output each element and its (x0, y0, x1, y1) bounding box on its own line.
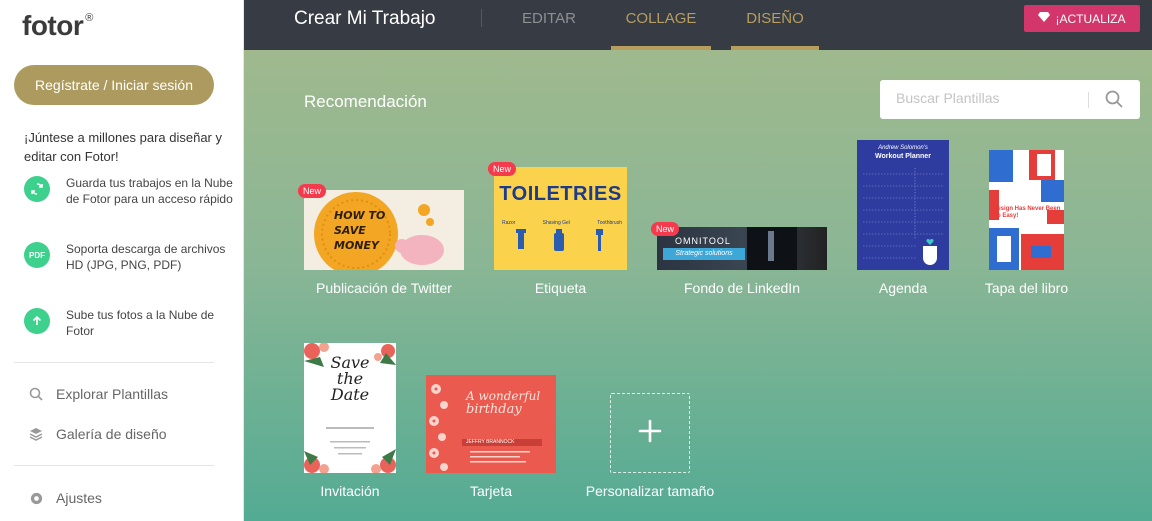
template-thumbnail: Andrew Solomon's Workout Planner (857, 140, 949, 270)
upgrade-button[interactable]: ¡ACTUALIZA (1024, 5, 1140, 32)
template-label: Etiqueta (534, 280, 587, 296)
top-bar-divider (481, 9, 482, 27)
tab-editar[interactable]: EDITAR (506, 0, 592, 50)
template-label: Tapa del libro (984, 280, 1069, 296)
upload-icon (24, 308, 50, 334)
feature-hd-download: PDF Soporta descarga de archivos HD (JPG… (24, 241, 234, 273)
sidebar-divider (14, 465, 214, 466)
tab-diseno[interactable]: DISEÑO (731, 0, 819, 50)
template-thumbnail: TOILETRIES Razor Shaving Gel Toothbrush (494, 167, 627, 270)
template-label: Agenda (878, 280, 928, 296)
sync-icon (24, 176, 50, 202)
sidebar-divider (14, 362, 214, 363)
login-button[interactable]: Regístrate / Iniciar sesión (14, 65, 214, 105)
sidebar: fotor ® Regístrate / Iniciar sesión ¡Júnt… (0, 0, 244, 521)
search-icon (28, 386, 44, 402)
template-label: Personalizar tamaño (585, 483, 715, 499)
new-badge: New (488, 162, 517, 176)
feature-cloud-save: Guarda tus trabajos en la Nube de Fotor … (24, 175, 234, 207)
tab-collage[interactable]: COLLAGE (611, 0, 711, 50)
sidebar-item-explore-templates[interactable]: Explorar Plantillas (28, 386, 168, 402)
pdf-icon: PDF (24, 242, 50, 268)
sidebar-item-settings[interactable]: Ajustes (28, 490, 102, 506)
template-area: Recomendación New HOW TO SAVE MONEY (244, 50, 1152, 521)
template-label: Fondo de LinkedIn (684, 280, 800, 296)
feature-cloud-upload: Sube tus fotos a la Nube de Fotor (24, 307, 234, 339)
template-label: Invitación (320, 483, 380, 499)
custom-size-button[interactable] (610, 393, 690, 473)
template-thumbnail: A wonderful birthday JEFFRY BRANNOCK (426, 375, 556, 473)
search-box (880, 80, 1140, 119)
diamond-icon (1038, 12, 1051, 25)
promo-text: ¡Júntese a millones para diseñar y edita… (24, 130, 222, 164)
template-label: Tarjeta (469, 483, 513, 499)
gear-icon (28, 490, 44, 506)
search-input[interactable] (896, 90, 1086, 106)
fotor-logo[interactable]: fotor ® (22, 10, 93, 42)
template-thumbnail: Save the Date (304, 343, 396, 473)
sidebar-item-design-gallery[interactable]: Galería de diseño (28, 426, 167, 442)
search-icon[interactable] (1104, 89, 1124, 114)
layers-icon (28, 426, 44, 442)
template-thumbnail: OMNITOOL Strategic solutions (657, 227, 827, 270)
page-title: Crear Mi Trabajo (294, 8, 436, 29)
new-badge: New (651, 222, 680, 236)
section-title: Recomendación (304, 92, 427, 111)
search-divider (1088, 92, 1089, 108)
template-thumbnail: HOW TO SAVE MONEY (304, 190, 464, 270)
new-badge: New (298, 184, 327, 198)
top-bar: Crear Mi Trabajo EDITAR COLLAGE DISEÑO ¡… (244, 0, 1152, 50)
plus-icon (638, 419, 662, 448)
template-thumbnail: Design Has Never Been So Easy! (989, 150, 1064, 270)
template-label: Publicación de Twitter (316, 280, 452, 296)
